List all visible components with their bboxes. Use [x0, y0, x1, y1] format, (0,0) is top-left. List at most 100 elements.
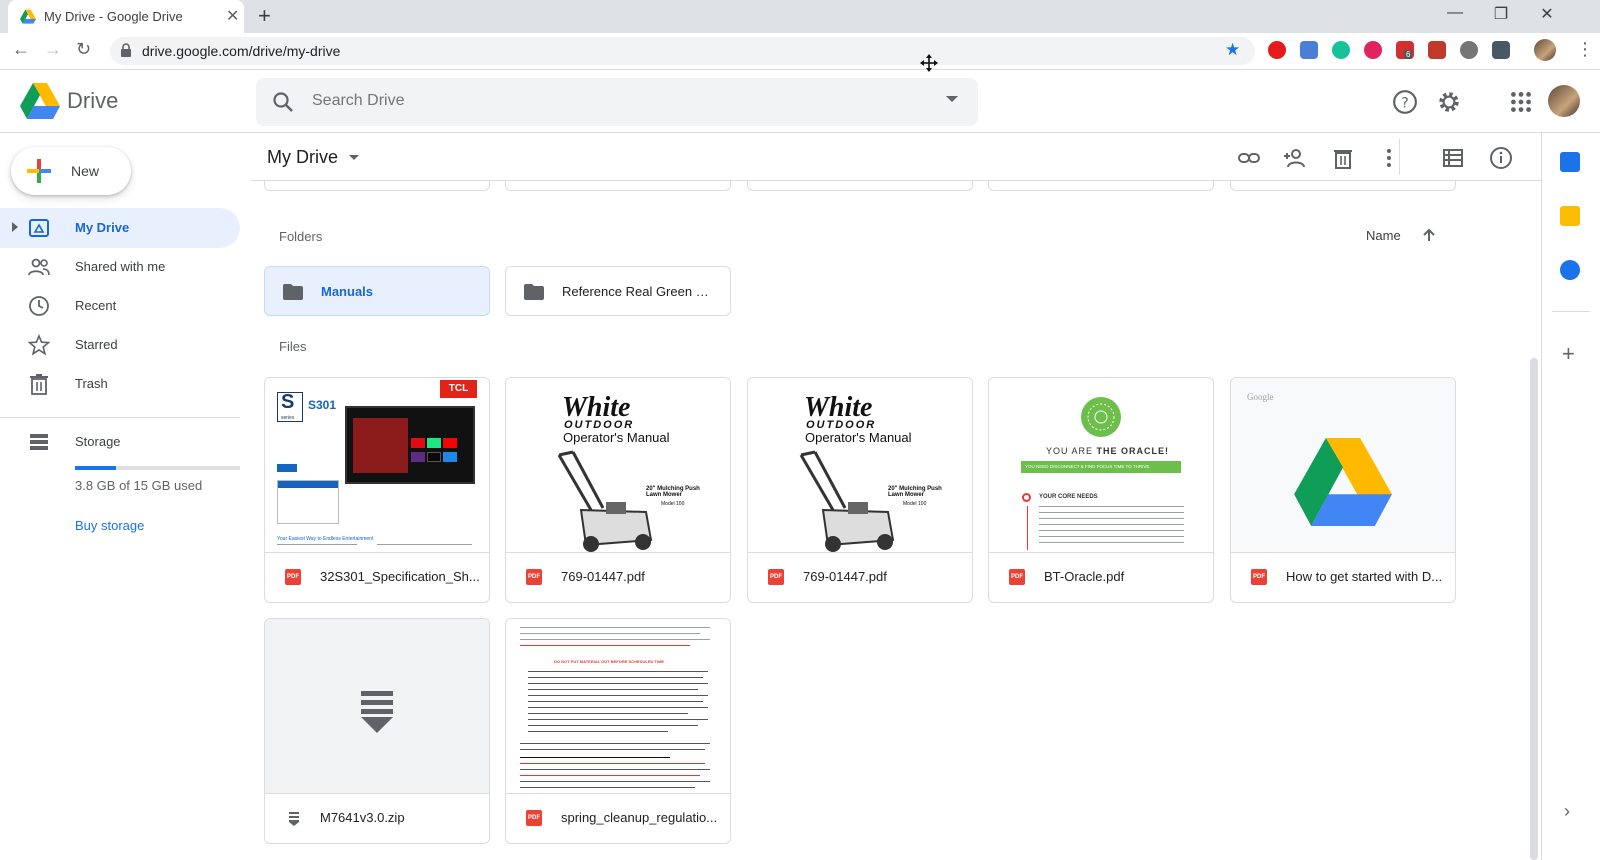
spring-warning-text: DO NOT PUT MATERIAL OUT BEFORE SCHEDULED… — [554, 659, 665, 664]
tab-title: My Drive - Google Drive — [44, 9, 183, 24]
page-title[interactable]: My Drive — [267, 147, 338, 168]
file-thumbnail — [265, 619, 489, 794]
drive-logo-icon[interactable] — [20, 83, 60, 119]
series-box: S series — [277, 391, 303, 422]
back-arrow-icon[interactable]: ← — [12, 39, 30, 60]
operators-manual-title: Operator's Manual — [805, 430, 912, 445]
drive-icon — [29, 219, 49, 237]
text-line — [520, 633, 700, 634]
file-card[interactable]: TCL S series S301 Your Easiest Way to En… — [264, 377, 490, 603]
minimize-button[interactable]: — — [1432, 4, 1478, 22]
pinterest-extension-icon[interactable] — [1364, 41, 1382, 59]
settings-gear-icon[interactable] — [1436, 89, 1462, 115]
calendar-icon[interactable] — [1560, 152, 1580, 172]
search-options-chevron-icon[interactable] — [946, 96, 958, 102]
get-link-icon[interactable] — [1237, 146, 1261, 170]
text-line — [520, 769, 710, 770]
search-icon[interactable] — [272, 91, 294, 113]
badge-extension-icon[interactable]: 6 — [1396, 41, 1414, 59]
sort-arrow-up-icon[interactable] — [1421, 227, 1437, 243]
keep-icon[interactable] — [1560, 206, 1580, 226]
reload-icon[interactable]: ↻ — [76, 39, 91, 60]
people-icon — [28, 258, 50, 276]
tab-close-icon[interactable]: ✕ — [226, 6, 239, 26]
bookmark-star-icon[interactable]: ★ — [1225, 40, 1240, 60]
file-card[interactable]: White OUTDOOR Operator's Manual 20" Mulc… — [747, 377, 973, 603]
text-line — [528, 707, 708, 708]
browser-tab[interactable]: My Drive - Google Drive ✕ — [8, 0, 244, 33]
lock-icon — [121, 43, 131, 57]
trash-icon — [30, 374, 48, 395]
buy-storage-link[interactable]: Buy storage — [75, 518, 144, 533]
more-actions-icon[interactable] — [1377, 146, 1401, 170]
sidebar-item-starred[interactable]: Starred — [0, 325, 240, 365]
new-button[interactable]: New — [11, 147, 131, 195]
text-line — [520, 639, 710, 640]
url-text: drive.google.com/drive/my-drive — [142, 43, 341, 59]
help-icon[interactable]: ? — [1392, 89, 1418, 115]
pdf-file-icon: PDF — [526, 810, 542, 826]
search-input[interactable] — [312, 92, 912, 110]
grammarly-extension-icon[interactable] — [1332, 41, 1350, 59]
partial-card — [988, 181, 1214, 191]
new-tab-button[interactable]: + — [258, 3, 271, 29]
folder-item[interactable]: Reference Real Green Sy... — [505, 266, 731, 316]
file-card[interactable]: DO NOT PUT MATERIAL OUT BEFORE SCHEDULED… — [505, 618, 731, 844]
sidebar-item-storage[interactable]: Storage — [0, 422, 240, 462]
folder-item[interactable]: Manuals — [264, 266, 490, 316]
file-card[interactable]: M7641v3.0.zip — [264, 618, 490, 844]
file-card[interactable]: YOU ARE THE ORACLE! YOU NEED DISCONNECT … — [988, 377, 1214, 603]
search-box[interactable] — [256, 78, 978, 126]
drive-header: Drive ? — [0, 70, 1600, 133]
expand-arrow-icon[interactable] — [12, 222, 18, 232]
drive-brand[interactable]: Drive — [67, 88, 118, 114]
info-icon[interactable] — [1489, 146, 1513, 170]
oracle-title-a: YOU ARE — [1046, 446, 1097, 456]
browser-tab-strip: My Drive - Google Drive ✕ + — ❐ ✕ — [0, 0, 1600, 33]
file-card[interactable]: White OUTDOOR Operator's Manual 20" Mulc… — [505, 377, 731, 603]
text-line — [1039, 524, 1184, 525]
lock-extension-icon[interactable] — [1492, 41, 1510, 59]
sidebar-item-my-drive[interactable]: My Drive — [0, 208, 240, 248]
apps-grid-icon[interactable] — [1508, 89, 1534, 115]
add-addon-plus-icon[interactable]: + — [1562, 341, 1575, 367]
mower-model-text: 20" Mulching Push Lawn Mower — [888, 486, 942, 498]
pdf-file-icon: PDF — [768, 569, 784, 585]
maximize-button[interactable]: ❐ — [1478, 4, 1524, 24]
operators-manual-title: Operator's Manual — [563, 430, 670, 445]
list-view-icon[interactable] — [1441, 146, 1465, 170]
folder-icon — [524, 284, 544, 300]
folder-name: Reference Real Green Sy... — [562, 284, 717, 299]
tv-tile — [427, 452, 441, 462]
svg-text:?: ? — [1401, 95, 1408, 111]
extension-red-icon[interactable] — [1268, 41, 1286, 59]
delete-trash-icon[interactable] — [1331, 146, 1355, 170]
expand-panel-chevron-icon[interactable]: › — [1564, 801, 1570, 822]
account-avatar[interactable] — [1548, 85, 1580, 117]
pdf-file-icon: PDF — [1009, 569, 1025, 585]
sidebar-item-recent[interactable]: Recent — [0, 286, 240, 326]
sort-by-name-button[interactable]: Name — [1366, 228, 1401, 243]
address-bar[interactable]: drive.google.com/drive/my-drive ★ — [110, 37, 1255, 65]
sidebar-item-shared-with-me[interactable]: Shared with me — [0, 247, 240, 287]
text-line — [528, 677, 703, 678]
translate-extension-icon[interactable] — [1300, 41, 1318, 59]
acrobat-extension-icon[interactable] — [1428, 41, 1446, 59]
oracle-title: YOU ARE THE ORACLE! — [1046, 446, 1169, 456]
m-extension-icon[interactable] — [1460, 41, 1478, 59]
storage-label: Storage — [75, 434, 121, 449]
window-close-button[interactable]: ✕ — [1524, 4, 1570, 24]
share-add-person-icon[interactable] — [1283, 146, 1307, 170]
browser-menu-icon[interactable]: ⋮ — [1576, 39, 1594, 60]
title-dropdown-chevron-icon[interactable] — [349, 155, 359, 160]
file-name: spring_cleanup_regulatio... — [561, 810, 718, 825]
text-line — [1039, 536, 1184, 537]
sidebar-item-trash[interactable]: Trash — [0, 364, 240, 404]
tasks-icon[interactable] — [1560, 260, 1580, 280]
main-scrollbar[interactable] — [1530, 358, 1538, 860]
forward-arrow-icon[interactable]: → — [44, 39, 62, 60]
text-line — [377, 544, 472, 545]
profile-avatar[interactable] — [1534, 39, 1556, 61]
file-card[interactable]: Google PDF How to get started with D... — [1230, 377, 1456, 603]
size-badge — [277, 464, 297, 472]
